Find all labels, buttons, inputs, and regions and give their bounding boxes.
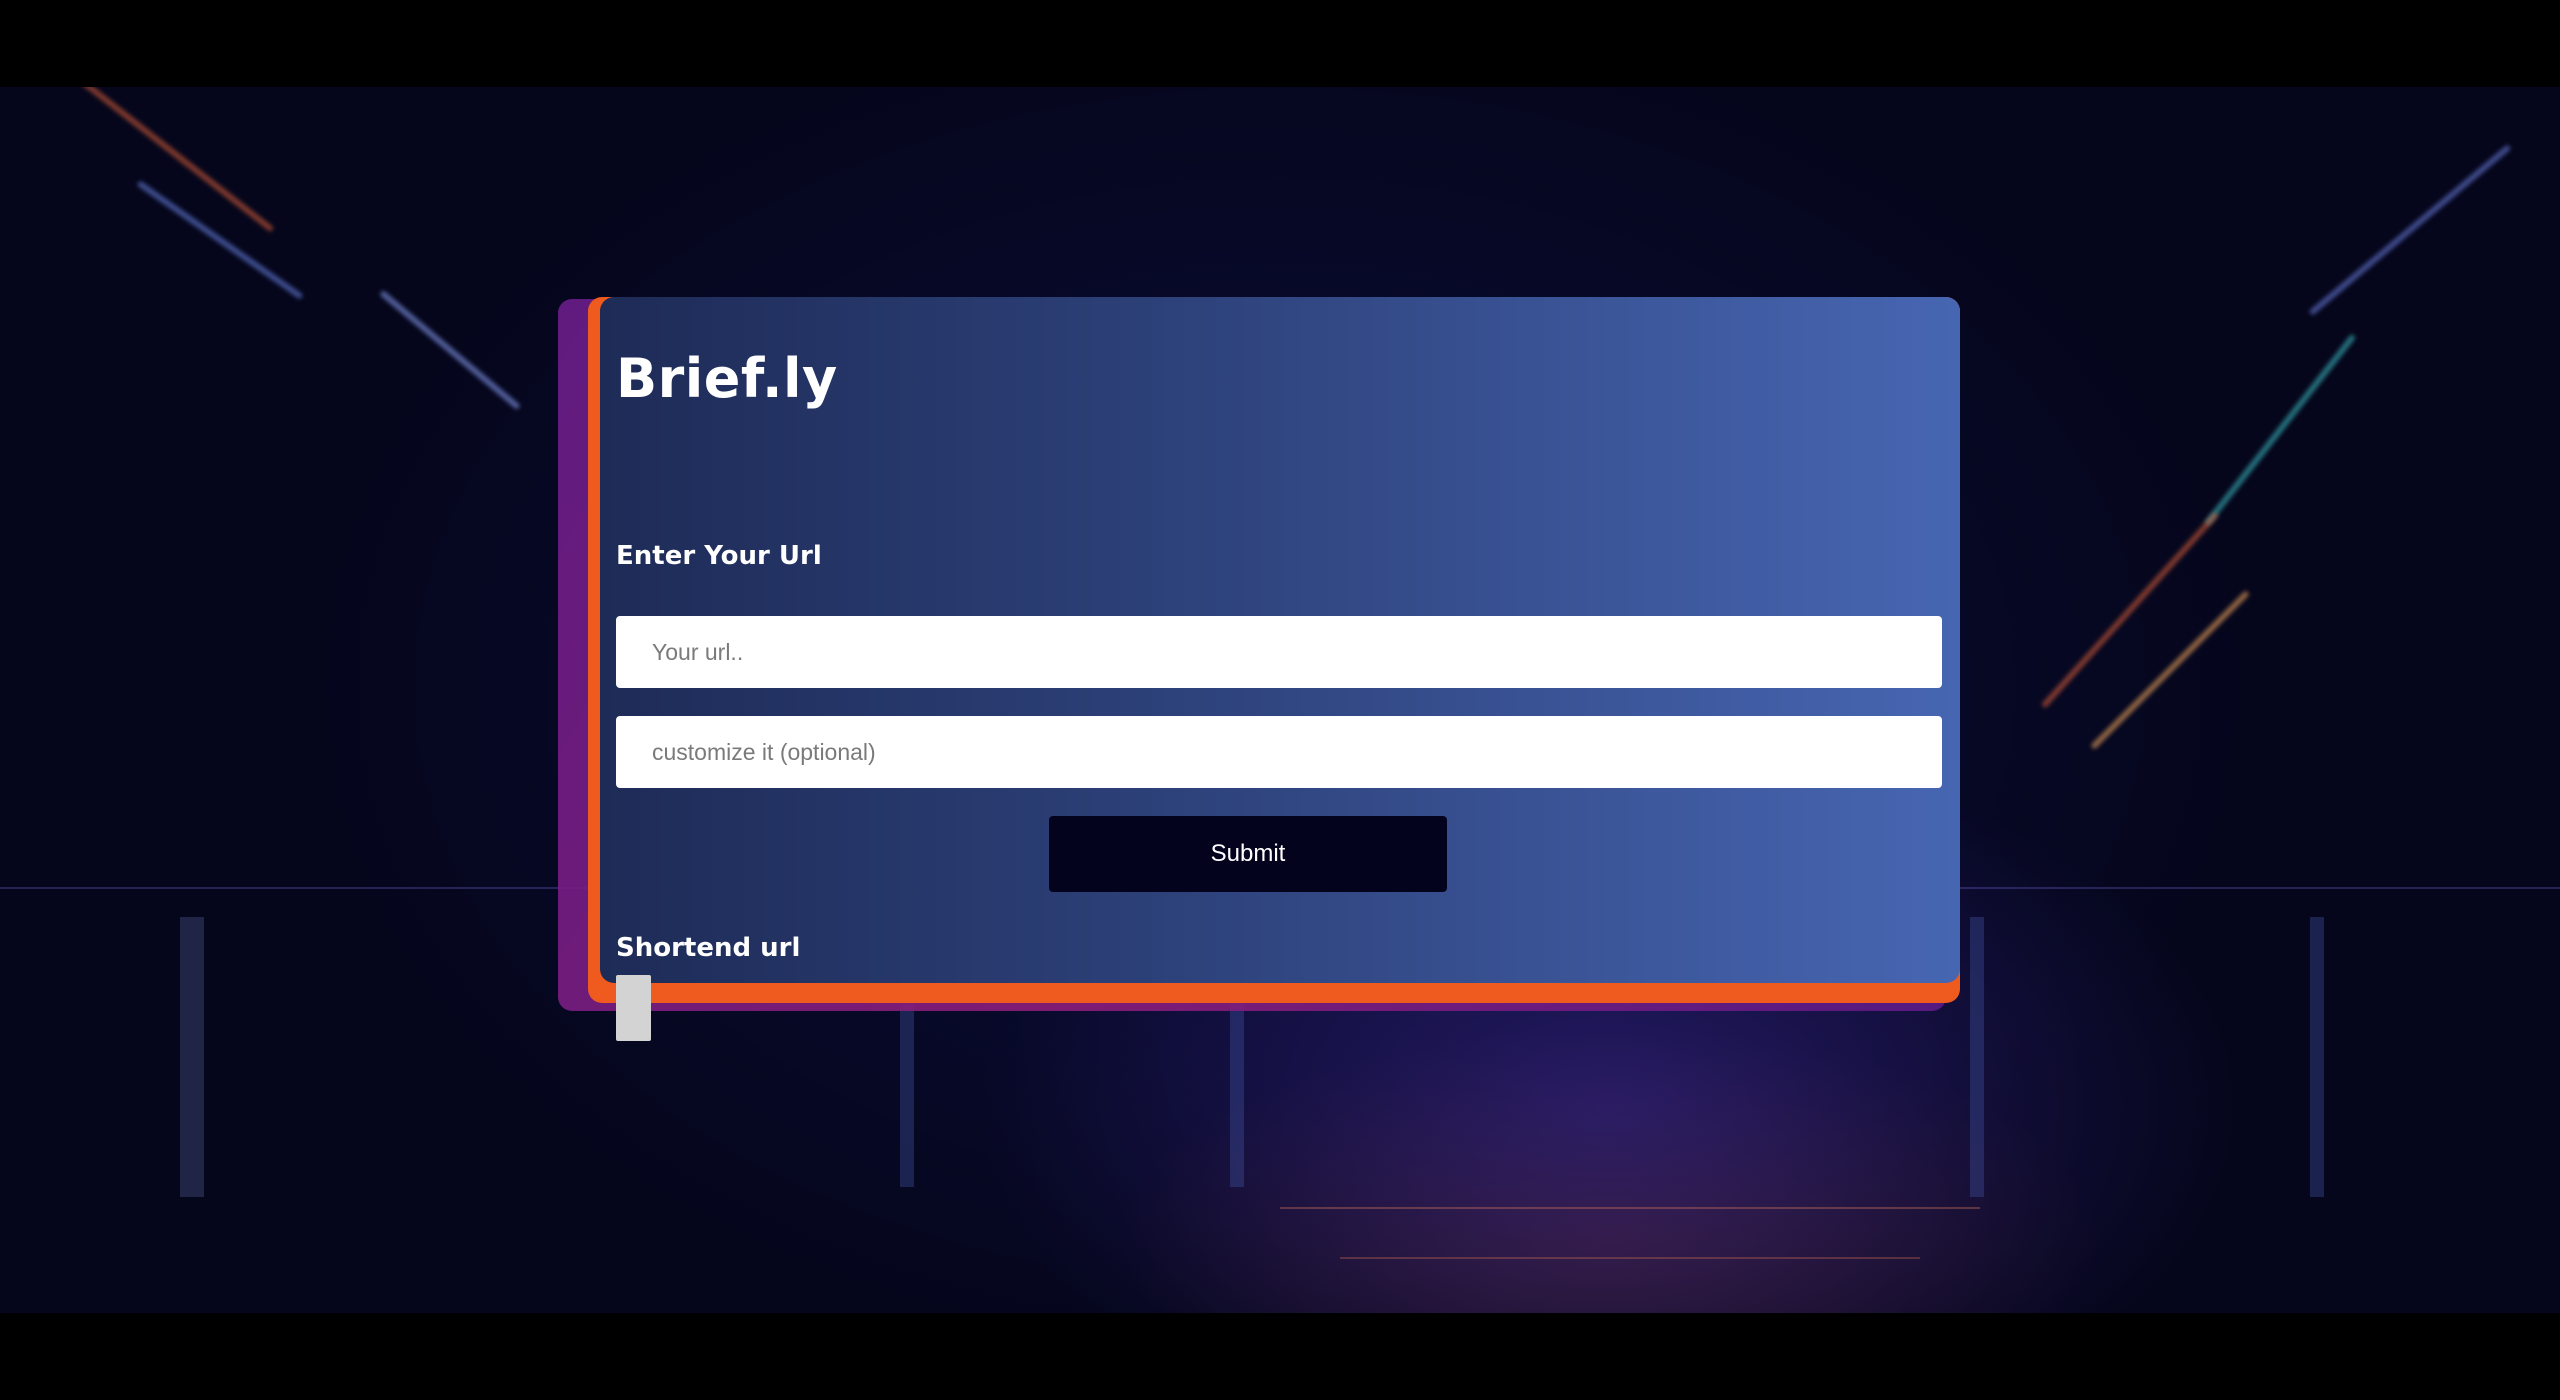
shortened-url-output[interactable] [616,975,651,1041]
custom-alias-input[interactable] [616,716,1942,788]
submit-button[interactable]: Submit [1049,816,1447,892]
background-floor-line [1280,1207,1980,1209]
shortened-url-label: Shortend url [616,933,801,963]
background-light-streak [2090,590,2250,750]
background-light-streak [2203,333,2357,527]
url-shortener-card: Brief.ly Enter Your Url Submit Shortend … [600,297,1960,1041]
background-light-streak [379,289,521,411]
background-pillar [180,917,204,1197]
page-background: Brief.ly Enter Your Url Submit Shortend … [0,87,2560,1313]
url-label: Enter Your Url [616,541,822,571]
background-light-streak [136,180,304,300]
background-light-streak [2040,511,2220,709]
background-floor-line [1340,1257,1920,1259]
background-light-streak [2308,144,2512,316]
url-input[interactable] [616,616,1942,688]
app-title: Brief.ly [616,347,838,410]
background-pillar [2310,917,2324,1197]
background-light-streak [65,87,275,233]
background-pillar [1970,917,1984,1197]
